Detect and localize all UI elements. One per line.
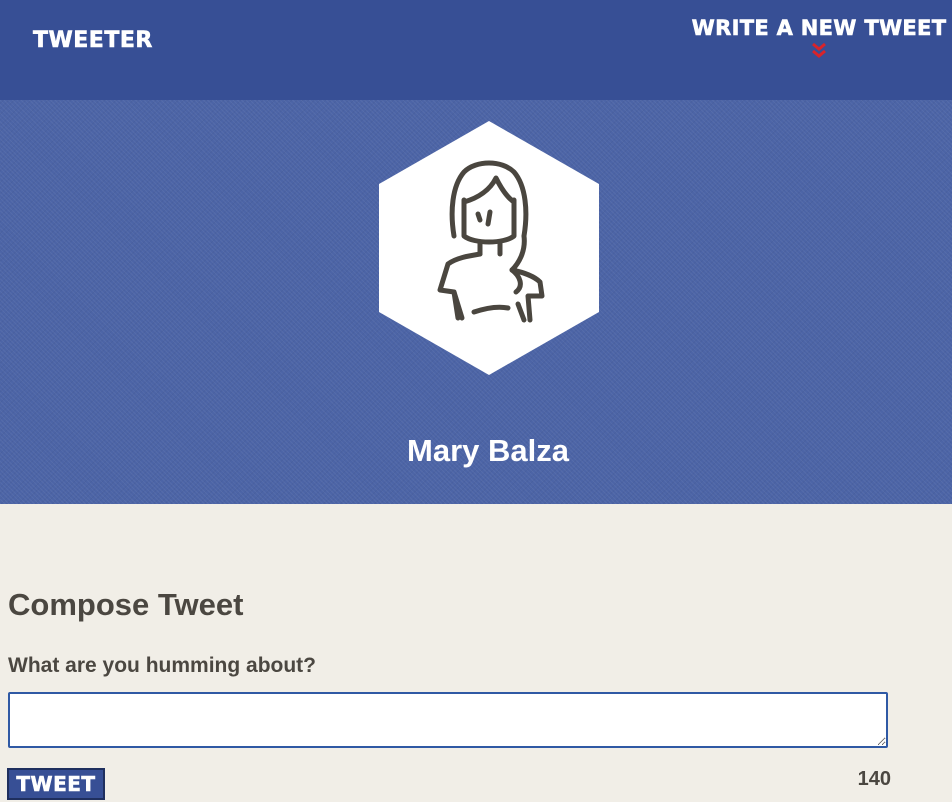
top-nav: TWEETER WRITE A NEW TWEET [0, 0, 952, 100]
tweet-input-label: What are you humming about? [8, 654, 316, 677]
profile-name: Mary Balza [407, 433, 569, 468]
write-new-tweet-label: WRITE A NEW TWEET [691, 16, 947, 41]
double-chevron-down-icon [812, 42, 826, 58]
profile-header: Mary Balza [0, 100, 952, 504]
character-counter: 140 [857, 768, 891, 790]
tweet-textarea[interactable] [8, 692, 888, 748]
compose-section: Compose Tweet [8, 585, 243, 625]
woman-avatar-icon [379, 121, 599, 375]
write-new-tweet-link[interactable]: WRITE A NEW TWEET [690, 14, 948, 60]
brand-logo[interactable]: TWEETER [33, 28, 153, 54]
avatar [378, 120, 600, 376]
compose-title: Compose Tweet [8, 587, 244, 622]
tweet-submit-button[interactable]: TWEET [7, 768, 105, 800]
